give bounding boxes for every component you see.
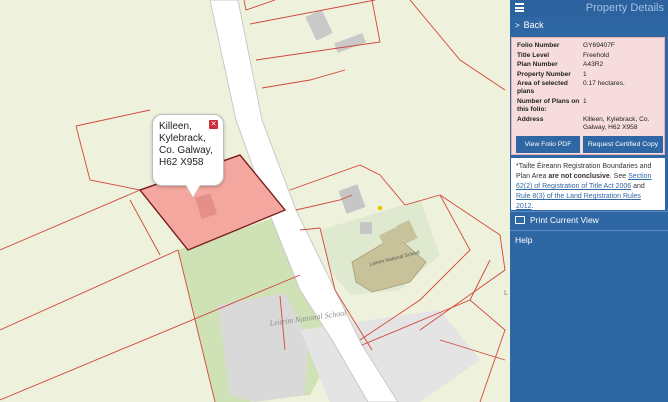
note-and: and <box>631 183 645 190</box>
note-suffix: . <box>531 203 534 210</box>
print-label: Print Current View <box>530 215 599 225</box>
table-row: Property Number 1 <box>517 71 661 81</box>
detail-key: Folio Number <box>517 42 560 49</box>
table-row: Number of Plans on this folio: 1 <box>517 98 661 116</box>
divider <box>510 230 668 231</box>
note-bold: are not conclusive <box>548 173 610 180</box>
detail-value: 1 <box>583 97 587 105</box>
edge-label: L <box>504 290 508 297</box>
table-row: Area of selected plans 0.17 hectares. <box>517 80 661 98</box>
building <box>360 222 372 234</box>
rule-8-link[interactable]: Rule 8(3) of the Land Registration Rules… <box>516 193 641 210</box>
table-row: Address Killeen, Kylebrack, Co. Galway, H… <box>517 116 661 134</box>
panel-header: Property Details <box>510 0 668 17</box>
menu-icon[interactable] <box>515 3 524 12</box>
detail-value: A43R2 <box>583 61 604 69</box>
building <box>334 33 366 53</box>
view-folio-pdf-button[interactable]: View Folio PDF <box>516 136 580 153</box>
table-row: Plan Number A43R2 <box>517 61 661 71</box>
map-marker <box>377 205 383 211</box>
detail-key: Property Number <box>517 70 571 78</box>
note-middle: . See <box>609 173 629 180</box>
table-row: Folio Number GY69407F <box>517 42 661 52</box>
detail-key: Area of selected plans <box>517 80 568 96</box>
detail-key: Number of Plans on this folio: <box>517 97 580 113</box>
request-certified-copy-button[interactable]: Request Certified Copy <box>583 136 663 153</box>
map-canvas[interactable]: Leitrim National School Leitrim National… <box>0 0 510 402</box>
detail-key: Plan Number <box>517 61 558 69</box>
detail-value: Killeen, Kylebrack, Co. Galway, H62 X958 <box>583 115 650 131</box>
building <box>305 9 333 41</box>
print-current-view-button[interactable]: Print Current View <box>515 215 599 225</box>
disclaimer-note: *Tailte Éireann Registration Boundaries … <box>511 158 665 210</box>
detail-value: Freehold <box>583 51 610 59</box>
folio-details-table: Folio Number GY69407F Title Level Freehold… <box>517 42 661 133</box>
map-view[interactable]: Leitrim National School Leitrim National… <box>0 0 510 402</box>
close-icon[interactable]: ✕ <box>209 120 218 129</box>
back-label: Back <box>523 20 544 30</box>
detail-value: 1 <box>583 70 587 78</box>
chevron-right-icon: > <box>515 21 520 30</box>
help-link[interactable]: Help <box>515 235 532 245</box>
printer-icon <box>515 216 525 224</box>
popup-tail <box>186 185 200 197</box>
panel-title: Property Details <box>585 2 664 14</box>
divider <box>510 211 668 212</box>
detail-value: 0.17 hectares. <box>583 80 625 88</box>
detail-key: Title Level <box>517 51 550 59</box>
address-popup: Killeen, Kylebrack, Co. Galway, H62 X958… <box>152 114 224 186</box>
table-row: Title Level Freehold <box>517 52 661 62</box>
detail-value: GY69407F <box>583 42 615 49</box>
detail-key: Address <box>517 115 544 123</box>
back-button[interactable]: > Back <box>515 20 544 30</box>
